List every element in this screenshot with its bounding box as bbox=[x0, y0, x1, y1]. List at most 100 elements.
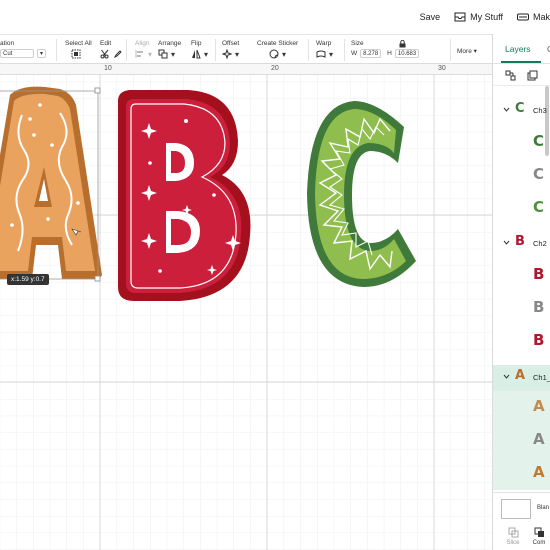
panel-tabs: Layers C bbox=[493, 34, 550, 64]
layers-list: C Ch3 C C C B Ch2 B B B A Ch1_ A A A bbox=[493, 86, 550, 526]
my-stuff-label: My Stuff bbox=[470, 12, 503, 22]
sticker-icon[interactable] bbox=[269, 49, 279, 59]
combine-button[interactable]: Com bbox=[527, 527, 550, 546]
inbox-icon bbox=[454, 12, 466, 22]
flip-icon[interactable] bbox=[191, 49, 201, 59]
letter-b-cookie[interactable] bbox=[118, 90, 251, 301]
layer-thumbnail: A bbox=[533, 430, 545, 448]
layer-item[interactable]: A bbox=[493, 424, 550, 457]
slice-button[interactable]: Slice bbox=[501, 527, 525, 546]
my-stuff-button[interactable]: My Stuff bbox=[454, 11, 503, 23]
edit-label: Edit bbox=[100, 40, 112, 47]
offset-group[interactable]: Offset ▾ bbox=[222, 40, 239, 59]
align-dropdown-icon[interactable]: ▾ bbox=[148, 50, 152, 59]
coordinate-readout: x:1.59 y:0.7 bbox=[7, 274, 49, 285]
layer-item[interactable]: A bbox=[493, 457, 550, 490]
sticker-dropdown-icon[interactable]: ▾ bbox=[282, 50, 286, 59]
select-all-icon[interactable] bbox=[71, 49, 81, 59]
panel-bottom: Blan Slice Com bbox=[493, 492, 550, 550]
ruler-mark: 20 bbox=[271, 65, 279, 72]
operation-group[interactable]: ation Cut ▾ bbox=[0, 40, 47, 58]
arrange-group[interactable]: Arrange ▾ bbox=[158, 40, 181, 59]
layer-thumbnail: B bbox=[533, 298, 545, 316]
pencil-icon[interactable] bbox=[113, 49, 123, 59]
group-name: Ch1_ bbox=[533, 373, 550, 382]
layer-actions bbox=[493, 64, 550, 86]
warp-dropdown-icon[interactable]: ▾ bbox=[329, 50, 333, 59]
chevron-down-icon[interactable] bbox=[503, 106, 510, 113]
layer-item[interactable]: C bbox=[493, 159, 550, 192]
warp-group[interactable]: Warp ▾ bbox=[316, 40, 333, 59]
operation-dropdown-icon[interactable]: ▾ bbox=[37, 49, 47, 58]
layer-item[interactable]: B bbox=[493, 292, 550, 325]
offset-label: Offset bbox=[222, 40, 240, 47]
select-all-label: Select All bbox=[65, 40, 92, 47]
layer-thumbnail: A bbox=[533, 463, 545, 481]
more-group[interactable]: More ▾ bbox=[457, 40, 477, 57]
layer-thumbnail: C bbox=[533, 198, 545, 216]
save-label: Save bbox=[419, 12, 441, 22]
machine-icon bbox=[516, 13, 529, 21]
width-input[interactable]: 8.278 bbox=[360, 49, 382, 58]
layer-item[interactable]: B bbox=[493, 259, 550, 292]
tab-layers[interactable]: Layers bbox=[505, 44, 531, 54]
top-bar: Save My Stuff Mak bbox=[0, 0, 550, 34]
more-label[interactable]: More ▾ bbox=[457, 47, 477, 55]
combine-icon bbox=[534, 527, 544, 537]
operation-select[interactable]: Cut bbox=[0, 49, 34, 58]
layer-item[interactable]: C bbox=[493, 192, 550, 225]
warp-icon[interactable] bbox=[316, 49, 326, 59]
create-sticker-group[interactable]: Create Sticker ▾ bbox=[257, 40, 298, 59]
more-text: More bbox=[457, 48, 472, 55]
ruler-mark: 30 bbox=[438, 65, 446, 72]
size-label: Size bbox=[351, 40, 364, 47]
slice-icon bbox=[508, 527, 518, 538]
active-tab-indicator bbox=[501, 61, 541, 63]
combine-label: Com bbox=[532, 540, 546, 546]
arrange-icon[interactable] bbox=[158, 49, 168, 59]
design-space: Save My Stuff Mak ation Cut ▾ Select All bbox=[0, 0, 550, 550]
layer-group-ch1[interactable]: A Ch1_ bbox=[493, 365, 550, 391]
layer-item[interactable]: B bbox=[493, 325, 550, 358]
width-label: W bbox=[351, 50, 358, 57]
offset-icon[interactable] bbox=[222, 49, 232, 59]
create-sticker-label: Create Sticker bbox=[257, 40, 299, 47]
layer-thumbnail: B bbox=[533, 331, 545, 349]
group-thumbnail: C bbox=[515, 101, 525, 116]
layer-item[interactable]: C bbox=[493, 126, 550, 159]
flip-group[interactable]: Flip ▾ bbox=[191, 40, 208, 59]
make-button[interactable]: Mak bbox=[516, 11, 550, 23]
canvas[interactable]: 10 20 30 x:1.59 y:0.7 bbox=[0, 64, 492, 550]
blank-canvas-swatch[interactable] bbox=[501, 499, 531, 519]
scissors-icon[interactable] bbox=[100, 49, 110, 59]
group-name: Ch2 bbox=[533, 239, 547, 248]
chevron-down-icon[interactable] bbox=[503, 373, 510, 380]
layer-item[interactable]: A bbox=[493, 391, 550, 424]
select-all-group[interactable]: Select All bbox=[65, 40, 92, 59]
group-name: Ch3 bbox=[533, 106, 547, 115]
duplicate-icon[interactable] bbox=[527, 70, 538, 81]
height-input[interactable]: 10.683 bbox=[394, 49, 420, 58]
layer-group-ch3[interactable]: C Ch3 bbox=[493, 98, 550, 124]
edit-toolbar: ation Cut ▾ Select All Edit Align ▾ Arra… bbox=[0, 34, 492, 64]
layer-thumbnail: C bbox=[533, 165, 545, 183]
arrange-dropdown-icon[interactable]: ▾ bbox=[171, 50, 175, 59]
lock-icon[interactable] bbox=[399, 40, 406, 48]
ruler-mark: 10 bbox=[104, 65, 112, 72]
layer-thumbnail: C bbox=[533, 132, 545, 150]
arrange-label: Arrange bbox=[158, 40, 182, 47]
chevron-down-icon[interactable] bbox=[503, 239, 510, 246]
save-button[interactable]: Save bbox=[420, 12, 441, 22]
blank-canvas-label: Blan bbox=[537, 505, 550, 511]
offset-dropdown-icon[interactable]: ▾ bbox=[235, 50, 239, 59]
align-group[interactable]: Align ▾ bbox=[135, 40, 152, 59]
group-icon[interactable] bbox=[505, 70, 516, 81]
edit-group[interactable]: Edit bbox=[100, 40, 123, 59]
warp-label: Warp bbox=[316, 40, 332, 47]
layer-group-ch2[interactable]: B Ch2 bbox=[493, 231, 550, 257]
flip-dropdown-icon[interactable]: ▾ bbox=[204, 50, 208, 59]
size-group: Size W 8.278 H 10.683 bbox=[351, 40, 420, 58]
align-icon[interactable] bbox=[135, 49, 145, 59]
layers-panel: Layers C C Ch3 C C C bbox=[492, 34, 550, 550]
operation-label: ation bbox=[0, 40, 15, 47]
